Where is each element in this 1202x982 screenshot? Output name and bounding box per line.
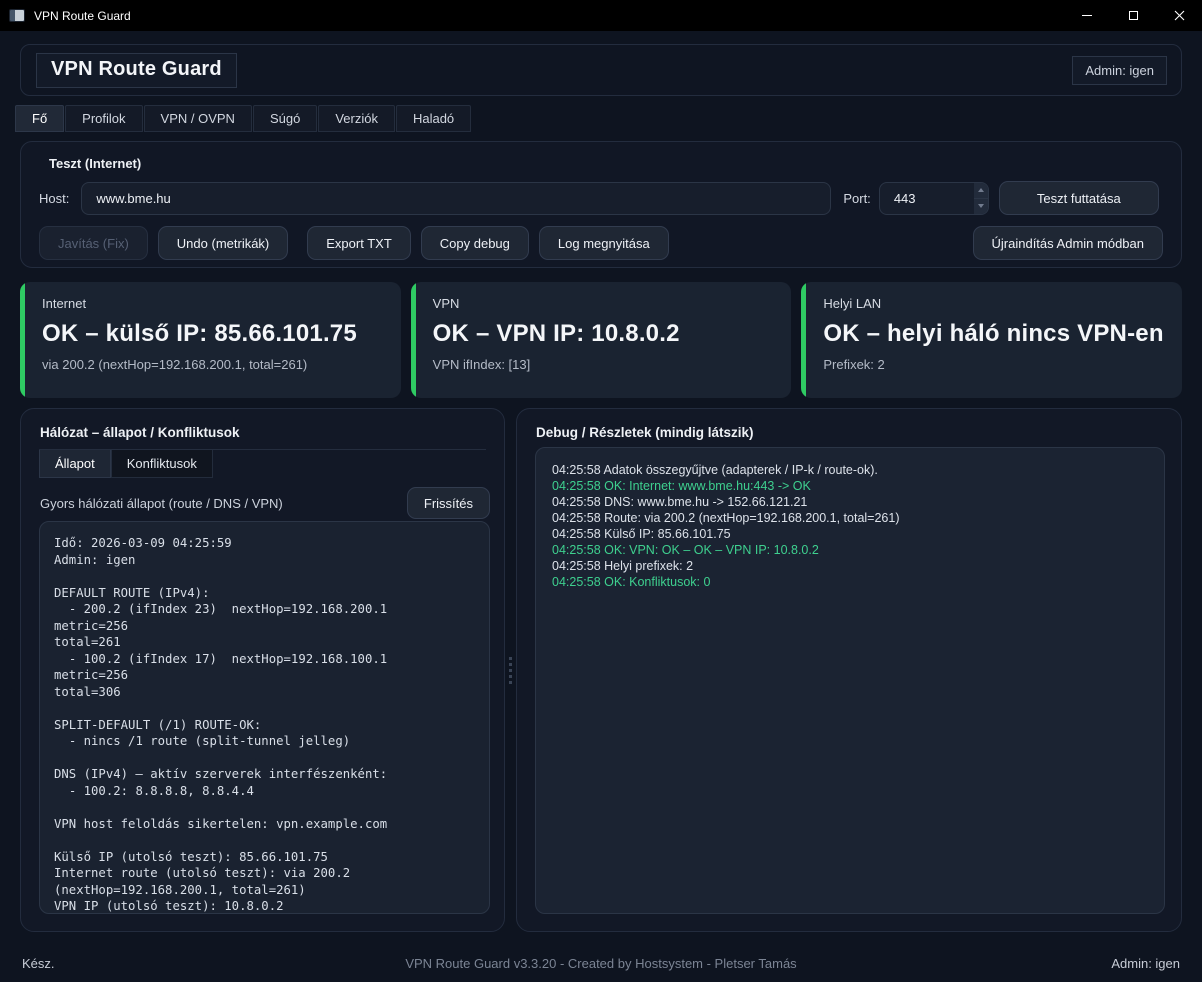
log-line: 04:25:58 Route: via 200.2 (nextHop=192.1…	[552, 510, 1148, 526]
port-label: Port:	[843, 191, 870, 206]
status-cards: Internet OK – külső IP: 85.66.101.75 via…	[20, 282, 1182, 398]
log-line: 04:25:58 OK: Internet: www.bme.hu:443 ->…	[552, 478, 1148, 494]
copy-debug-button[interactable]: Copy debug	[421, 226, 529, 260]
undo-metrics-button[interactable]: Undo (metrikák)	[158, 226, 288, 260]
status-bar: VPN Route Guard v3.3.20 - Created by Hos…	[0, 944, 1202, 982]
app-header: VPN Route Guard Admin: igen	[20, 44, 1182, 96]
debug-log-box[interactable]: 04:25:58 Adatok összegyűjtve (adapterek …	[535, 447, 1165, 914]
host-input[interactable]	[81, 182, 831, 215]
card-detail: Prefixek: 2	[823, 357, 1164, 372]
close-icon	[1174, 10, 1185, 21]
tab-verziok[interactable]: Verziók	[318, 105, 395, 132]
log-line: 04:25:58 Adatok összegyűjtve (adapterek …	[552, 462, 1148, 478]
card-label: Helyi LAN	[823, 296, 1164, 311]
window-title: VPN Route Guard	[34, 9, 131, 23]
chevron-up-icon	[978, 188, 984, 192]
maximize-icon	[1129, 11, 1138, 20]
test-section-title: Teszt (Internet)	[49, 156, 141, 171]
card-headline: OK – VPN IP: 10.8.0.2	[433, 320, 774, 348]
title-bar: VPN Route Guard	[0, 0, 1202, 31]
card-detail: VPN ifIndex: [13]	[433, 357, 774, 372]
log-line: 04:25:58 OK: VPN: OK – OK – VPN IP: 10.8…	[552, 542, 1148, 558]
panel-splitter[interactable]	[505, 408, 516, 932]
log-line: 04:25:58 OK: Konfliktusok: 0	[552, 574, 1148, 590]
minimize-button[interactable]	[1064, 0, 1110, 31]
maximize-button[interactable]	[1110, 0, 1156, 31]
refresh-button[interactable]: Frissítés	[407, 487, 490, 519]
card-headline: OK – külső IP: 85.66.101.75	[42, 320, 383, 348]
card-label: VPN	[433, 296, 774, 311]
host-label: Host:	[39, 191, 69, 206]
app-icon	[9, 9, 25, 22]
network-status-textbox[interactable]: Idő: 2026-03-09 04:25:59 Admin: igen DEF…	[39, 521, 490, 914]
admin-badge: Admin: igen	[1072, 56, 1167, 85]
open-log-button[interactable]: Log megnyitása	[539, 226, 669, 260]
splitter-grip-icon	[509, 657, 512, 684]
main-tab-bar: Fő Profilok VPN / OVPN Súgó Verziók Hala…	[15, 105, 1182, 132]
footer-version-text: VPN Route Guard v3.3.20 - Created by Hos…	[0, 956, 1202, 971]
log-line: 04:25:58 Helyi prefixek: 2	[552, 558, 1148, 574]
status-card-vpn: VPN OK – VPN IP: 10.8.0.2 VPN ifIndex: […	[411, 282, 792, 398]
close-button[interactable]	[1156, 0, 1202, 31]
port-spin-up[interactable]	[974, 183, 988, 198]
card-headline: OK – helyi háló nincs VPN-en	[823, 320, 1164, 348]
chevron-down-icon	[978, 204, 984, 208]
test-section: Teszt (Internet) Host: Port: Teszt futta…	[20, 141, 1182, 268]
network-panel-title: Hálózat – állapot / Konfliktusok	[21, 409, 504, 449]
status-card-lan: Helyi LAN OK – helyi háló nincs VPN-en P…	[801, 282, 1182, 398]
port-input[interactable]	[879, 182, 989, 215]
subtab-allapot[interactable]: Állapot	[39, 450, 111, 478]
footer-admin-text: Admin: igen	[1111, 956, 1180, 971]
network-subtabs: Állapot Konfliktusok	[39, 449, 486, 478]
log-line: 04:25:58 DNS: www.bme.hu -> 152.66.121.2…	[552, 494, 1148, 510]
port-spin-down[interactable]	[974, 198, 988, 214]
page-title: VPN Route Guard	[36, 53, 237, 88]
card-detail: via 200.2 (nextHop=192.168.200.1, total=…	[42, 357, 383, 372]
debug-panel: Debug / Részletek (mindig látszik) 04:25…	[516, 408, 1182, 932]
debug-panel-title: Debug / Részletek (mindig látszik)	[517, 409, 1181, 449]
tab-fo[interactable]: Fő	[15, 105, 64, 132]
quick-status-label: Gyors hálózati állapot (route / DNS / VP…	[40, 496, 283, 511]
tab-vpn-ovpn[interactable]: VPN / OVPN	[144, 105, 252, 132]
tab-halado[interactable]: Haladó	[396, 105, 471, 132]
tab-profilok[interactable]: Profilok	[65, 105, 142, 132]
port-spinner	[974, 183, 988, 214]
export-txt-button[interactable]: Export TXT	[307, 226, 411, 260]
tab-sugo[interactable]: Súgó	[253, 105, 317, 132]
network-status-text: Idő: 2026-03-09 04:25:59 Admin: igen DEF…	[54, 535, 475, 914]
run-test-button[interactable]: Teszt futtatása	[999, 181, 1159, 215]
fix-button[interactable]: Javítás (Fix)	[39, 226, 148, 260]
card-label: Internet	[42, 296, 383, 311]
status-card-internet: Internet OK – külső IP: 85.66.101.75 via…	[20, 282, 401, 398]
network-status-panel: Hálózat – állapot / Konfliktusok Állapot…	[20, 408, 505, 932]
minimize-icon	[1082, 15, 1092, 16]
restart-admin-button[interactable]: Újraindítás Admin módban	[973, 226, 1163, 260]
log-line: 04:25:58 Külső IP: 85.66.101.75	[552, 526, 1148, 542]
subtab-konfliktusok[interactable]: Konfliktusok	[111, 450, 213, 478]
